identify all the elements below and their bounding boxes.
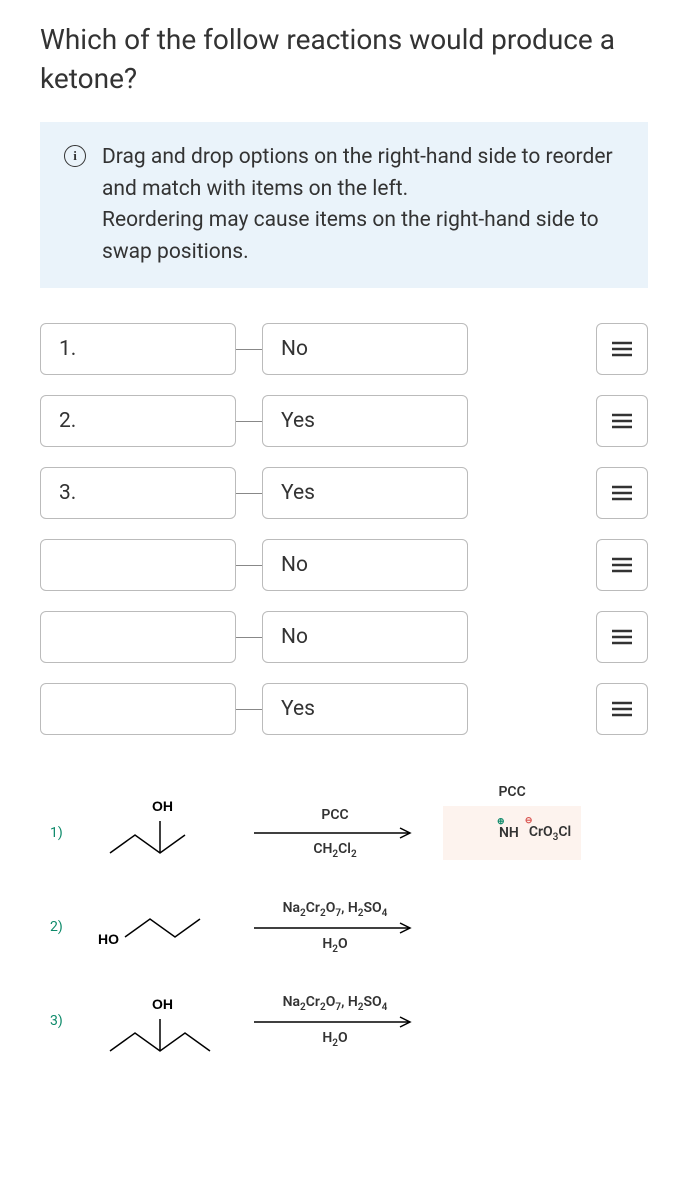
match-row: 1. No [40,323,648,375]
reaction-arrow-1: PCC CH2Cl2 [235,803,435,863]
reaction-3: 3) OH Na2Cr2O7, H2SO4 H2O [50,983,638,1059]
match-row: No [40,611,648,663]
reaction-1: 1) OH PCC CH2Cl2 PCC ⊕ [50,795,638,871]
left-item-3: 3. [40,467,236,519]
connector [236,709,262,711]
reaction-number: 1) [50,825,80,841]
matching-area: 1. No 2. Yes 3. Yes No No [40,323,648,785]
instruction-box: i Drag and drop options on the right-han… [40,122,648,288]
reaction-2: 2) HO Na2Cr2O7, H2SO4 H2O [50,889,638,965]
drag-handle-icon[interactable] [596,683,648,735]
reaction-arrow-2: Na2Cr2O7, H2SO4 H2O [235,897,435,957]
left-item-2: 2. [40,395,236,447]
drag-handle-icon[interactable] [596,611,648,663]
drag-handle-icon[interactable] [596,467,648,519]
solvent-bottom: H2O [322,936,347,955]
svg-text:OH: OH [152,798,173,814]
pcc-product: PCC ⊕ NH ⊖ CrO3Cl [443,806,581,860]
right-item-3[interactable]: Yes [262,467,468,519]
reaction-number: 2) [50,919,80,935]
match-row: Yes [40,683,648,735]
molecule-2-start: HO [80,889,235,965]
solvent-bottom: CH2Cl2 [313,841,356,860]
molecule-1-start: OH [80,795,235,871]
drag-handle-icon[interactable] [596,323,648,375]
pcc-label: PCC [498,784,525,800]
left-item-4 [40,539,236,591]
connector [236,637,262,639]
reagent-top: Na2Cr2O7, H2SO4 [283,994,388,1013]
right-item-5[interactable]: No [262,611,468,663]
drag-handle-icon[interactable] [596,539,648,591]
reagent-top: Na2Cr2O7, H2SO4 [283,900,388,919]
reagent-top: PCC [321,807,348,823]
match-row: 3. Yes [40,467,648,519]
solvent-bottom: H2O [322,1030,347,1049]
reaction-number: 3) [50,1013,80,1029]
drag-handle-icon[interactable] [596,395,648,447]
svg-text:HO: HO [98,931,119,947]
molecule-3-start: OH [80,983,235,1059]
reactions-figure: 1) OH PCC CH2Cl2 PCC ⊕ [40,785,648,1059]
right-item-1[interactable]: No [262,323,468,375]
question-title: Which of the follow reactions would prod… [40,20,648,98]
instruction-text: Drag and drop options on the right-hand … [102,142,624,268]
left-item-1: 1. [40,323,236,375]
right-item-6[interactable]: Yes [262,683,468,735]
match-row: 2. Yes [40,395,648,447]
connector [236,349,262,351]
left-item-5 [40,611,236,663]
right-item-4[interactable]: No [262,539,468,591]
connector [236,565,262,567]
info-icon: i [64,145,86,167]
connector [236,493,262,495]
left-item-6 [40,683,236,735]
match-row: No [40,539,648,591]
right-item-2[interactable]: Yes [262,395,468,447]
svg-text:OH: OH [152,996,173,1012]
connector [236,421,262,423]
reaction-arrow-3: Na2Cr2O7, H2SO4 H2O [235,991,435,1051]
